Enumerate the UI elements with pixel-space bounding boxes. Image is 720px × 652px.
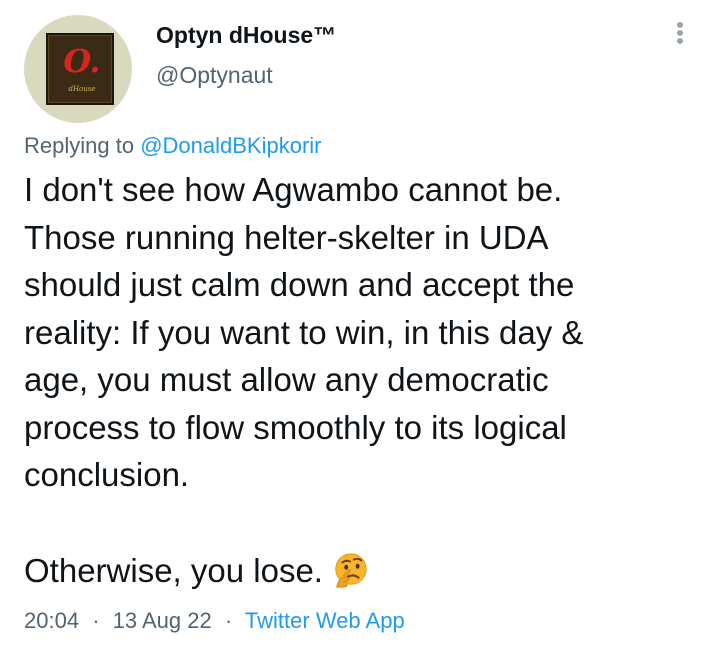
replying-to: Replying to @DonaldBKipkorir — [24, 131, 322, 161]
avatar[interactable]: O. dHouse — [24, 15, 132, 123]
replying-prefix: Replying to — [24, 133, 135, 158]
reply-mention-link[interactable]: @DonaldBKipkorir — [140, 133, 321, 158]
display-name[interactable]: Optyn dHouse™ — [156, 20, 336, 50]
avatar-logo-text: O. — [63, 42, 101, 80]
user-handle[interactable]: @Optynaut — [156, 60, 273, 90]
meta-separator: · — [92, 608, 100, 633]
tweet-metadata: 20:04 · 13 Aug 22 · Twitter Web App — [24, 606, 405, 636]
tweet-source-link[interactable]: Twitter Web App — [245, 608, 405, 633]
avatar-logo-frame: O. dHouse — [46, 33, 114, 105]
thinking-face-icon — [335, 553, 367, 588]
tweet-date[interactable]: 13 Aug 22 — [113, 608, 212, 633]
meta-separator: · — [224, 608, 233, 633]
tweet-text: I don't see how Agwambo cannot be. Those… — [24, 166, 704, 499]
tweet-card: O. dHouse Optyn dHouse™ @Optynaut Replyi… — [0, 0, 720, 652]
tweet-closing-text: Otherwise, you lose. — [24, 552, 323, 589]
tweet-time[interactable]: 20:04 — [24, 608, 79, 633]
tweet-paragraph: I don't see how Agwambo cannot be. Those… — [24, 171, 584, 493]
more-dots-icon — [677, 22, 683, 44]
more-options-button[interactable] — [666, 18, 694, 48]
tweet-paragraph-closing: Otherwise, you lose. — [24, 547, 369, 595]
avatar-caption: dHouse — [68, 85, 96, 93]
